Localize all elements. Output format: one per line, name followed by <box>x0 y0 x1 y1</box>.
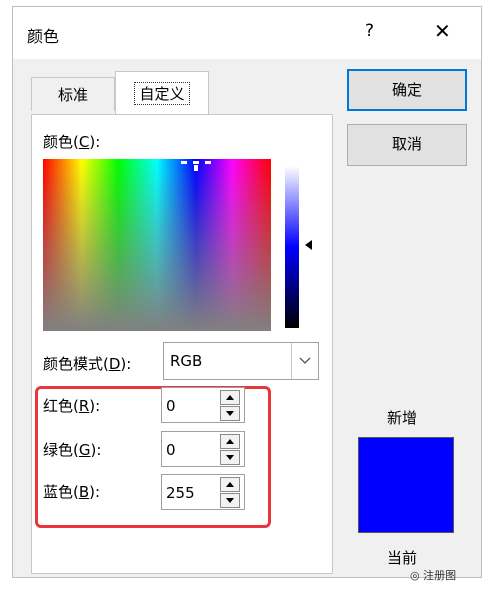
blue-increment-button[interactable] <box>220 477 240 492</box>
help-button[interactable]: ? <box>365 21 374 41</box>
green-value: 0 <box>166 441 176 459</box>
arrow-up-icon <box>226 395 234 400</box>
watermark-text: 注册图 <box>423 569 457 582</box>
color-spectrum-picker[interactable] <box>43 159 271 331</box>
preview-current-label: 当前 <box>387 549 418 567</box>
chevron-down-icon <box>299 357 311 364</box>
arrow-down-icon <box>226 498 234 503</box>
color-mode-value: RGB <box>170 352 203 370</box>
arrow-up-icon <box>226 439 234 444</box>
color-mode-label: 颜色模式(D): <box>43 355 132 373</box>
red-label: 红色(R): <box>43 397 101 415</box>
close-button[interactable]: ✕ <box>434 19 451 43</box>
tab-standard[interactable]: 标准 <box>31 77 115 111</box>
blue-spinbox[interactable]: 255 <box>161 474 245 510</box>
red-decrement-button[interactable] <box>220 406 240 421</box>
blue-label: 蓝色(B): <box>43 483 101 501</box>
tab-custom-label: 自定义 <box>134 82 190 105</box>
green-increment-button[interactable] <box>220 434 240 449</box>
green-spinbox[interactable]: 0 <box>161 431 245 467</box>
tab-custom[interactable]: 自定义 <box>115 71 209 115</box>
luminance-arrow-icon[interactable] <box>305 240 312 250</box>
chat-bubble-icon: ◎ <box>410 569 420 582</box>
ok-button[interactable]: 确定 <box>347 69 467 111</box>
color-mode-select[interactable]: RGB <box>163 342 319 380</box>
preview-new-label: 新增 <box>387 409 418 427</box>
red-increment-button[interactable] <box>220 390 240 405</box>
cancel-button[interactable]: 取消 <box>347 124 467 166</box>
colors-label: 颜色(C): <box>43 133 101 151</box>
arrow-down-icon <box>226 411 234 416</box>
green-label: 绿色(G): <box>43 441 102 459</box>
green-decrement-button[interactable] <box>220 450 240 465</box>
dropdown-button[interactable] <box>291 343 318 379</box>
red-spinbox[interactable]: 0 <box>161 387 245 423</box>
blue-decrement-button[interactable] <box>220 493 240 508</box>
arrow-up-icon <box>226 482 234 487</box>
color-preview-swatch <box>358 437 454 533</box>
watermark: ◎ 注册图 <box>410 567 456 583</box>
arrow-down-icon <box>226 455 234 460</box>
title-bar: 颜色 ? ✕ <box>13 7 481 59</box>
red-value: 0 <box>166 397 176 415</box>
blue-value: 255 <box>166 484 195 502</box>
color-dialog: 颜色 ? ✕ 标准 自定义 颜色(C): 颜色模式(D): RGB 红色(R):… <box>12 6 482 578</box>
crosshair-icon <box>181 161 211 171</box>
luminance-slider[interactable] <box>285 166 299 328</box>
dialog-title: 颜色 <box>27 27 60 46</box>
